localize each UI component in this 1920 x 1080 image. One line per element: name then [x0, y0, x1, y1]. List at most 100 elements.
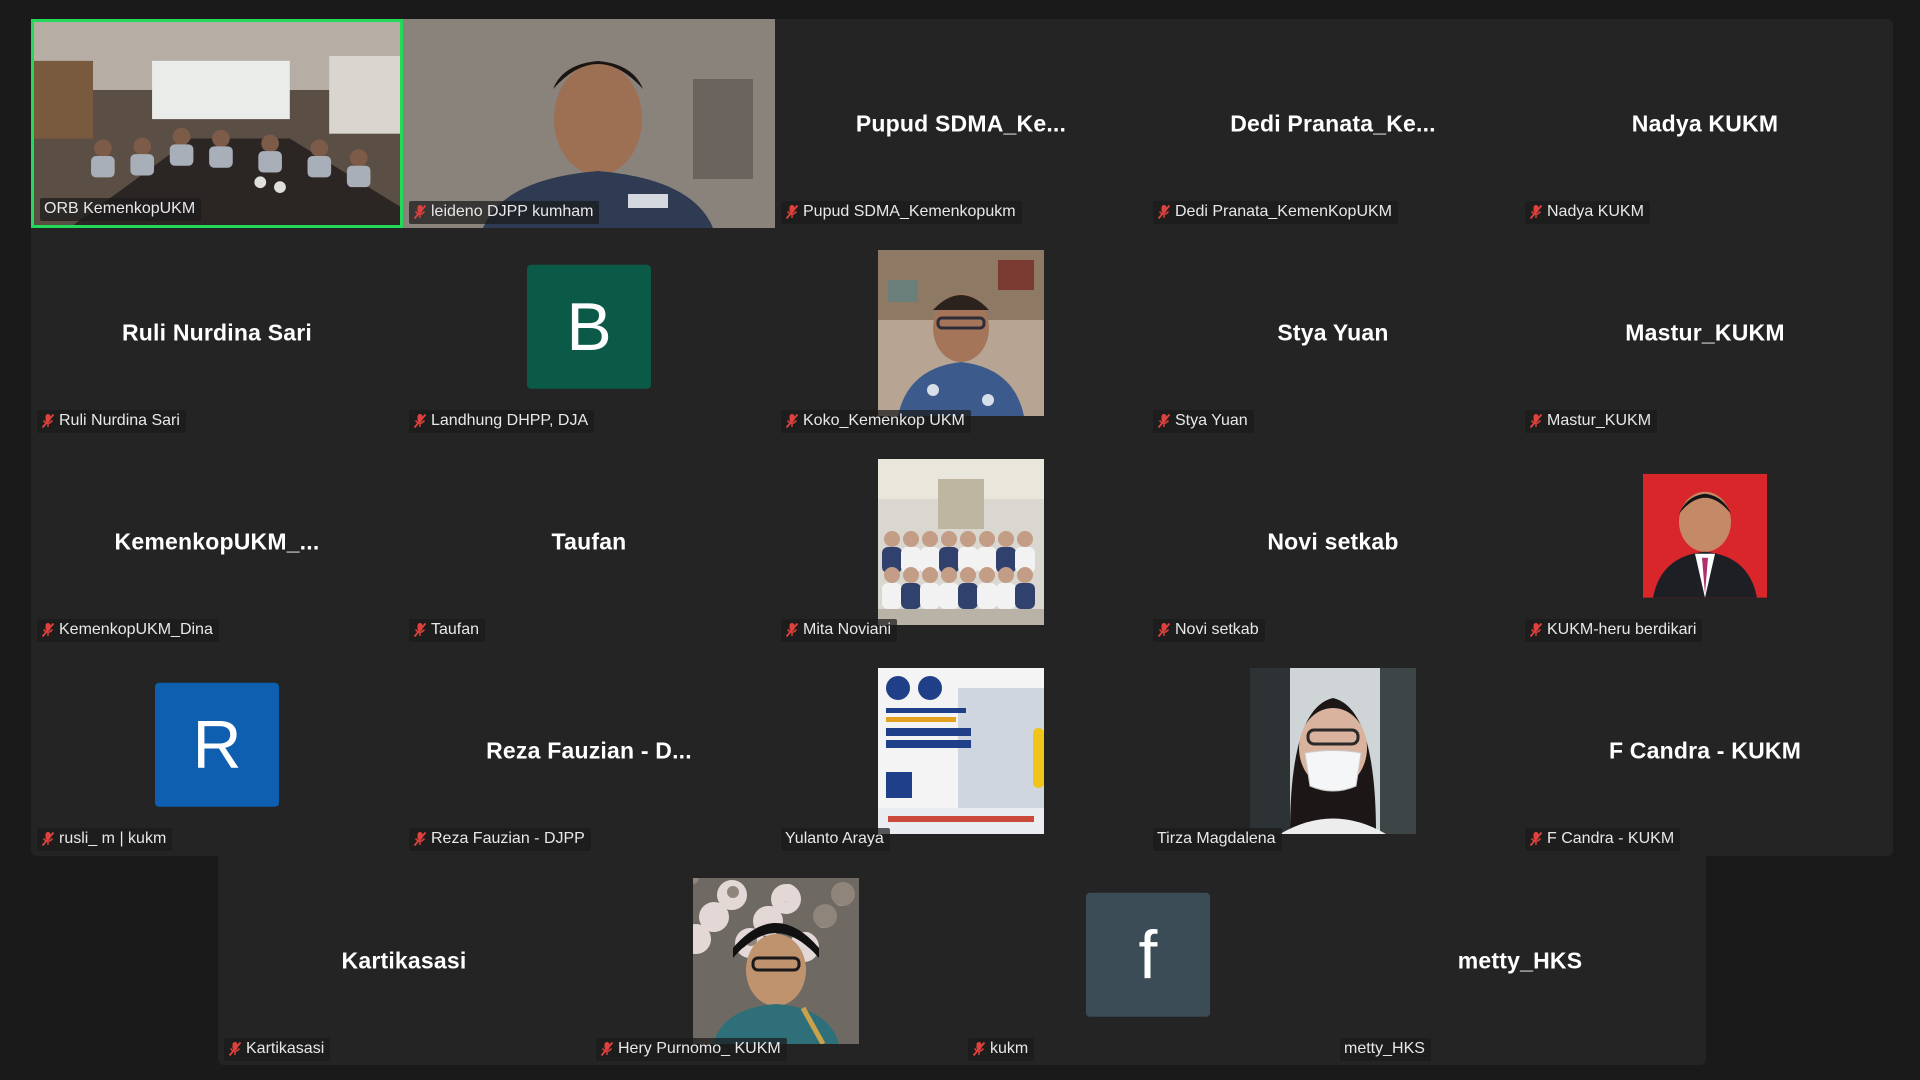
participant-video	[34, 22, 400, 225]
participant-tile[interactable]: Tirza Magdalena	[1147, 646, 1519, 855]
participant-tile[interactable]: Mastur_KUKM Mastur_KUKM	[1519, 228, 1891, 437]
mic-muted-icon	[1529, 831, 1543, 847]
participant-name: Hery Purnomo_ KUKM	[618, 1040, 781, 1057]
participant-display-name: metty_HKS	[1457, 947, 1583, 973]
participant-tile[interactable]: Pupud SDMA_Ke... Pupud SDMA_Kemenkopukm	[775, 19, 1147, 228]
participant-tile[interactable]: Taufan Taufan	[403, 437, 775, 646]
avatar-photo	[1250, 667, 1416, 834]
mic-muted-icon	[41, 413, 55, 429]
participant-name-label: Reza Fauzian - DJPP	[409, 828, 591, 851]
participant-tile[interactable]: Reza Fauzian - D... Reza Fauzian - DJPP	[403, 646, 775, 855]
mic-muted-icon	[1157, 622, 1171, 638]
participant-name-label: Dedi Pranata_KemenKopUKM	[1153, 201, 1399, 224]
participant-tile[interactable]: ORB KemenkopUKM	[31, 19, 403, 228]
participant-display-name: Dedi Pranata_Ke...	[1230, 110, 1436, 136]
participant-name: KUKM-heru berdikari	[1547, 621, 1697, 638]
participant-tile[interactable]: Koko_Kemenkop UKM	[775, 228, 1147, 437]
participant-name-label: F Candra - KUKM	[1525, 828, 1681, 851]
participant-name-label: Kartikasasi	[224, 1038, 331, 1061]
participant-name-label: Hery Purnomo_ KUKM	[596, 1038, 787, 1061]
participant-tile[interactable]: Hery Purnomo_ KUKM	[590, 856, 962, 1065]
participant-tile[interactable]: R rusli_ m | kukm	[31, 646, 403, 855]
participant-tile[interactable]: Mita Noviani	[775, 437, 1147, 646]
participant-tile[interactable]: Kartikasasi Kartikasasi	[218, 856, 590, 1065]
participant-tile[interactable]: KemenkopUKM_... KemenkopUKM_Dina	[31, 437, 403, 646]
participant-name: Yulanto Araya	[785, 830, 884, 847]
participant-name: Taufan	[431, 621, 480, 638]
avatar-photo	[1643, 473, 1767, 598]
mic-muted-icon	[41, 622, 55, 638]
participant-tile[interactable]: leideno DJPP kumham	[403, 19, 775, 228]
mic-muted-icon	[41, 831, 55, 847]
mic-muted-icon	[1529, 413, 1543, 429]
participant-name-label: Yulanto Araya	[781, 828, 890, 851]
mic-muted-icon	[413, 413, 427, 429]
participant-tile[interactable]: B Landhung DHPP, DJA	[403, 228, 775, 437]
mic-muted-icon	[785, 204, 799, 220]
mic-muted-icon	[785, 622, 799, 638]
participant-tile[interactable]: Stya Yuan Stya Yuan	[1147, 228, 1519, 437]
participant-name-label: rusli_ m | kukm	[37, 828, 173, 851]
participant-tile[interactable]: metty_HKS metty_HKS	[1334, 856, 1706, 1065]
participant-name: metty_HKS	[1344, 1040, 1425, 1057]
participant-name-label: KemenkopUKM_Dina	[37, 619, 219, 642]
participant-name: Tirza Magdalena	[1157, 830, 1276, 847]
avatar: R	[155, 682, 279, 807]
avatar-photo	[878, 667, 1044, 834]
participant-name: kukm	[990, 1040, 1029, 1057]
avatar: B	[527, 264, 651, 389]
avatar-photo	[878, 249, 1044, 416]
participant-tile[interactable]: Dedi Pranata_Ke... Dedi Pranata_KemenKop…	[1147, 19, 1519, 228]
participant-name-label: Koko_Kemenkop UKM	[781, 410, 971, 433]
participant-video	[403, 19, 775, 228]
participant-tile[interactable]: F Candra - KUKM F Candra - KUKM	[1519, 646, 1891, 855]
avatar: f	[1086, 892, 1210, 1017]
participant-name-label: Landhung DHPP, DJA	[409, 410, 595, 433]
participant-display-name: Nadya KUKM	[1631, 110, 1779, 136]
avatar-letter: R	[192, 706, 242, 783]
participant-tile[interactable]: f kukm	[962, 856, 1334, 1065]
participant-name-label: Taufan	[409, 619, 486, 642]
mic-muted-icon	[785, 413, 799, 429]
participant-tile[interactable]: KUKM-heru berdikari	[1519, 437, 1891, 646]
avatar-photo	[693, 877, 859, 1044]
participant-name: Landhung DHPP, DJA	[431, 412, 589, 429]
participant-name: F Candra - KUKM	[1547, 830, 1675, 847]
participant-name-label: leideno DJPP kumham	[409, 201, 600, 224]
participant-name: Mita Noviani	[803, 621, 892, 638]
participant-name: Pupud SDMA_Kemenkopukm	[803, 203, 1016, 220]
participant-display-name: Stya Yuan	[1277, 319, 1389, 345]
participant-display-name: KemenkopUKM_...	[114, 528, 320, 554]
mic-muted-icon	[413, 622, 427, 638]
participant-tile[interactable]: Yulanto Araya	[775, 646, 1147, 855]
participant-display-name: Pupud SDMA_Ke...	[855, 110, 1067, 136]
participant-name: Dedi Pranata_KemenKopUKM	[1175, 203, 1393, 220]
participant-display-name: Ruli Nurdina Sari	[122, 319, 312, 345]
participant-name-label: Ruli Nurdina Sari	[37, 410, 186, 433]
avatar-letter: B	[566, 288, 612, 365]
participant-name: Koko_Kemenkop UKM	[803, 412, 965, 429]
participant-name: leideno DJPP kumham	[431, 203, 594, 220]
participant-name: Ruli Nurdina Sari	[59, 412, 180, 429]
participant-name: Nadya KUKM	[1547, 203, 1644, 220]
participant-name: ORB KemenkopUKM	[44, 200, 196, 217]
mic-muted-icon	[228, 1041, 242, 1057]
participant-name: Kartikasasi	[246, 1040, 325, 1057]
mic-muted-icon	[600, 1041, 614, 1057]
mic-muted-icon	[1529, 622, 1543, 638]
participant-name-label: KUKM-heru berdikari	[1525, 619, 1703, 642]
participant-name-label: metty_HKS	[1340, 1038, 1431, 1061]
participant-name: Novi setkab	[1175, 621, 1259, 638]
mic-muted-icon	[1157, 204, 1171, 220]
participant-name-label: Novi setkab	[1153, 619, 1265, 642]
mic-muted-icon	[413, 831, 427, 847]
avatar-letter: f	[1138, 916, 1158, 993]
participant-name-label: Pupud SDMA_Kemenkopukm	[781, 201, 1022, 224]
participant-display-name: F Candra - KUKM	[1608, 737, 1802, 763]
participant-name-label: Stya Yuan	[1153, 410, 1254, 433]
participant-name: KemenkopUKM_Dina	[59, 621, 213, 638]
participant-tile[interactable]: Ruli Nurdina Sari Ruli Nurdina Sari	[31, 228, 403, 437]
participant-tile[interactable]: Nadya KUKM Nadya KUKM	[1519, 19, 1891, 228]
participant-display-name: Mastur_KUKM	[1625, 319, 1785, 345]
participant-tile[interactable]: Novi setkab Novi setkab	[1147, 437, 1519, 646]
